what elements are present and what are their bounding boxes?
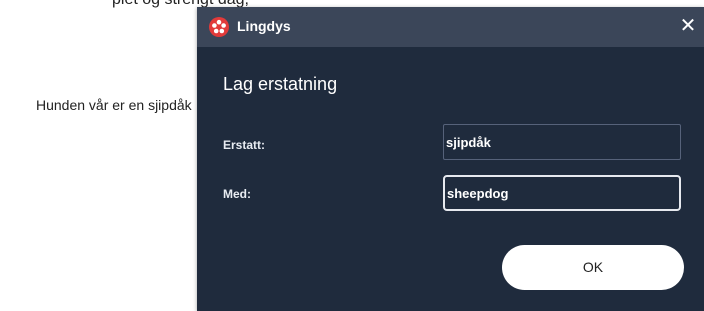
replacement-dialog: Lingdys ✕ Lag erstatning Erstatt: Med: O… bbox=[197, 7, 704, 311]
replace-label: Erstatt: bbox=[223, 138, 266, 152]
close-icon[interactable]: ✕ bbox=[678, 16, 698, 36]
replace-input[interactable] bbox=[443, 124, 681, 160]
dialog-titlebar: Lingdys ✕ bbox=[197, 7, 704, 47]
lingdys-flower-icon bbox=[209, 17, 229, 37]
with-label: Med: bbox=[223, 187, 251, 201]
with-input[interactable] bbox=[443, 175, 681, 211]
document-body-text: Hunden vår er en sjipdåk bbox=[36, 97, 192, 113]
ok-button[interactable]: OK bbox=[502, 245, 684, 290]
dialog-app-title: Lingdys bbox=[237, 18, 291, 34]
dialog-heading: Lag erstatning bbox=[223, 74, 338, 94]
